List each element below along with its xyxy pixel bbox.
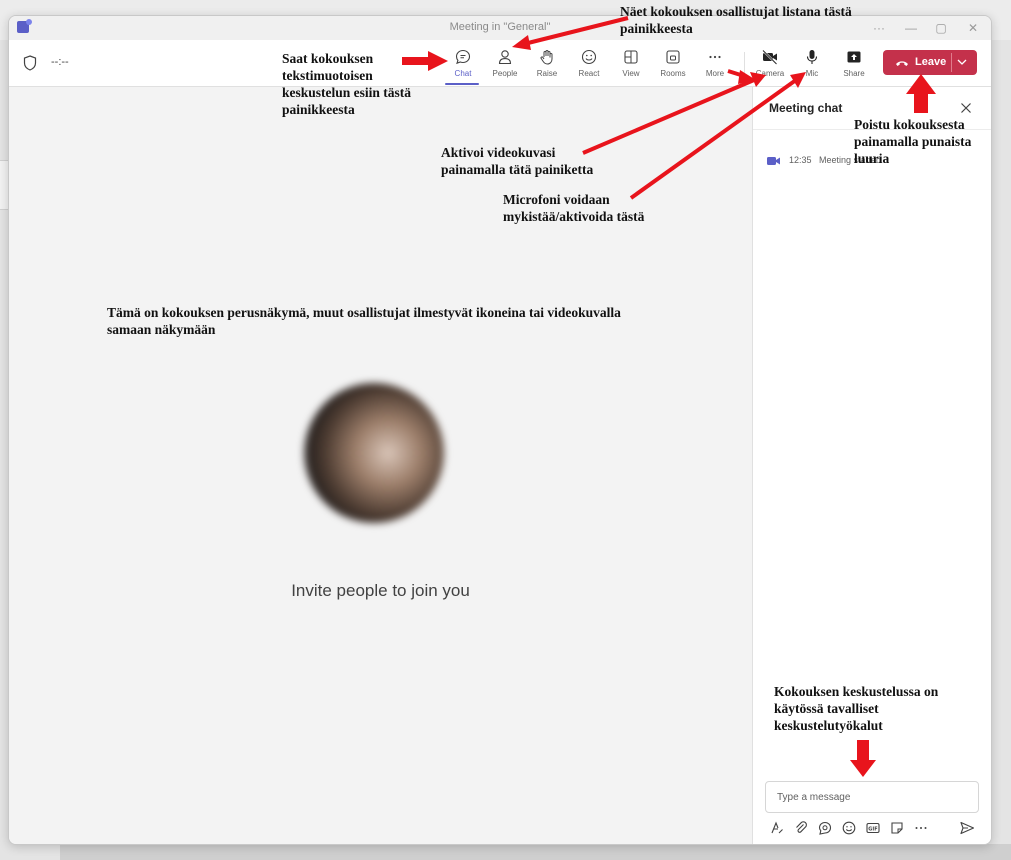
- annotation-chat-tools: Kokouksen keskustelussa on käytössä tava…: [774, 684, 939, 733]
- view-icon: [624, 50, 638, 64]
- view-button[interactable]: View: [611, 44, 651, 84]
- meeting-toolbar: --:-- Chat People Raise React View Rooms…: [9, 40, 991, 87]
- annotation-video: Aktivoi videokuvasi painamalla tätä pain…: [441, 145, 594, 177]
- leave-divider: [951, 53, 952, 72]
- share-button-label: Share: [843, 69, 865, 78]
- toolbar-divider: [744, 52, 745, 76]
- share-icon: [847, 51, 861, 63]
- annotation-chat: Saat kokouksen tekstimuotoisen keskustel…: [282, 51, 412, 117]
- share-button[interactable]: Share: [834, 44, 874, 84]
- svg-text:GIF: GIF: [868, 826, 877, 832]
- background-taskbar: [60, 844, 1011, 860]
- react-icon: [581, 49, 597, 65]
- raise-hand-button-label: Raise: [536, 69, 558, 78]
- chat-message-time: 12:35: [789, 155, 812, 165]
- camera-button-label: Camera: [755, 69, 785, 78]
- annotation-mic: Microfoni voidaan mykistää/aktivoida täs…: [503, 192, 645, 224]
- mic-button[interactable]: Mic: [792, 44, 832, 84]
- people-icon: [498, 50, 512, 65]
- invite-text: Invite people to join you: [291, 581, 470, 600]
- people-button-label: People: [492, 69, 518, 78]
- minimize-button[interactable]: —: [897, 19, 925, 37]
- message-input[interactable]: [775, 791, 969, 804]
- more-button[interactable]: More: [695, 44, 735, 84]
- participant-avatar: [304, 383, 444, 523]
- camera-button[interactable]: Camera: [750, 44, 790, 84]
- annotation-participants: Näet kokouksen osallistujat listana täst…: [620, 4, 852, 36]
- raise-hand-icon: [540, 50, 553, 65]
- mic-button-label: Mic: [805, 69, 819, 78]
- chat-panel-title: Meeting chat: [769, 101, 843, 115]
- chat-button[interactable]: Chat: [443, 44, 483, 85]
- chat-button-label: Chat: [454, 69, 472, 78]
- send-icon[interactable]: [959, 820, 975, 836]
- mic-icon: [806, 50, 818, 64]
- react-button-label: React: [578, 69, 600, 78]
- view-button-label: View: [622, 69, 640, 78]
- gif-icon[interactable]: GIF: [865, 820, 881, 836]
- close-button[interactable]: ✕: [959, 19, 987, 37]
- maximize-button[interactable]: ▢: [927, 19, 955, 37]
- more-button-label: More: [705, 69, 725, 78]
- close-icon[interactable]: [959, 101, 973, 115]
- emoji-icon[interactable]: [841, 820, 857, 836]
- sticker-icon[interactable]: [889, 820, 905, 836]
- attach-icon[interactable]: [793, 820, 809, 836]
- message-compose-box: [765, 781, 979, 813]
- loop-icon[interactable]: [817, 820, 833, 836]
- video-camera-icon: [767, 157, 780, 165]
- chat-icon: [455, 49, 471, 65]
- leave-button-label: Leave: [915, 56, 947, 68]
- shield-icon: [23, 55, 37, 71]
- hang-up-icon: [896, 61, 908, 66]
- annotation-main-view: Tämä on kokouksen perusnäkymä, muut osal…: [107, 305, 621, 337]
- react-button[interactable]: React: [569, 44, 609, 84]
- people-button[interactable]: People: [485, 44, 525, 84]
- chevron-down-icon[interactable]: [957, 58, 967, 66]
- format-icon[interactable]: [769, 820, 785, 836]
- rooms-button[interactable]: Rooms: [653, 44, 693, 84]
- more-icon: [709, 55, 721, 59]
- rooms-icon: [666, 50, 680, 64]
- rooms-button-label: Rooms: [660, 69, 686, 78]
- camera-off-icon: [762, 49, 778, 65]
- leave-button[interactable]: Leave: [883, 50, 977, 75]
- active-tab-indicator: [445, 83, 479, 85]
- more-options-icon[interactable]: [913, 820, 929, 836]
- meeting-timer: --:--: [51, 56, 69, 68]
- raise-hand-button[interactable]: Raise: [527, 44, 567, 84]
- annotation-leave: Poistu kokouksesta painamalla punaista l…: [854, 117, 972, 166]
